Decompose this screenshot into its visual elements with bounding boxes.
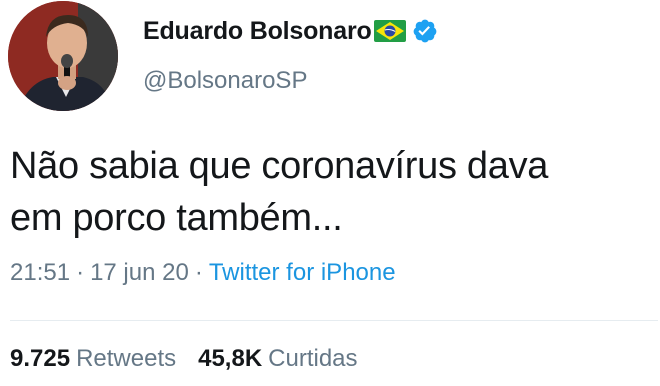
likes-stat[interactable]: 45,8K Curtidas	[198, 345, 357, 372]
author-handle[interactable]: @BolsonaroSP	[143, 67, 307, 95]
tweet-text: Não sabia que coronavírus dava em porco …	[10, 140, 650, 244]
meta-separator: ·	[194, 259, 203, 286]
brazil-flag-icon	[373, 20, 406, 42]
tweet-meta: 21:51 · 17 jun 20 · Twitter for iPhone	[10, 259, 396, 287]
retweets-count: 9.725	[10, 345, 71, 372]
retweets-stat[interactable]: 9.725 Retweets	[10, 345, 176, 372]
likes-count: 45,8K	[198, 345, 263, 372]
divider	[10, 320, 658, 321]
tweet-time[interactable]: 21:51	[10, 259, 70, 286]
tweet-card: Eduardo Bolsonaro @BolsonaroSP Não sabia…	[0, 0, 660, 386]
likes-label: Curtidas	[268, 345, 358, 372]
tweet-text-line: Não sabia que coronavírus dava	[10, 145, 549, 187]
avatar-image	[8, 1, 118, 111]
tweet-date[interactable]: 17 jun 20	[90, 259, 189, 286]
avatar[interactable]	[8, 1, 118, 111]
display-name[interactable]: Eduardo Bolsonaro	[143, 17, 372, 46]
verified-badge-icon	[412, 18, 438, 44]
tweet-stats: 9.725 Retweets 45,8K Curtidas	[10, 345, 358, 373]
retweets-label: Retweets	[76, 345, 177, 372]
tweet-text-line: em porco também...	[10, 197, 343, 239]
author-name-row: Eduardo Bolsonaro	[143, 14, 438, 48]
meta-separator: ·	[76, 259, 85, 286]
tweet-source-link[interactable]: Twitter for iPhone	[209, 259, 396, 286]
